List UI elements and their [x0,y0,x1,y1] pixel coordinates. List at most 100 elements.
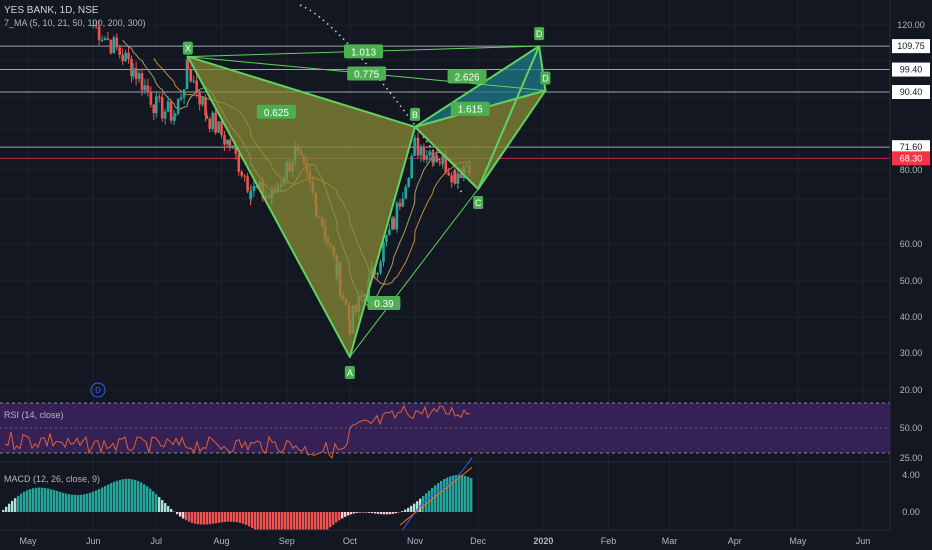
macd-histogram-bar [221,512,224,523]
macd-histogram-bar [263,512,266,530]
rsi-tick-label: 25.00 [900,453,923,463]
macd-histogram-bar [113,481,116,512]
macd-histogram-bar [272,512,275,530]
candle-body [392,217,396,230]
candle-body [205,115,209,119]
harmonic-pattern[interactable] [186,45,547,358]
macd-histogram-bar [41,487,44,512]
macd-histogram-bar [377,512,380,514]
macd-histogram-bar [98,489,101,512]
price-tick-label: 50.00 [900,276,923,286]
macd-histogram-bar [287,512,290,530]
macd-histogram-bar [209,512,212,525]
candle-body [379,262,382,273]
candle-body [401,198,405,207]
macd-histogram-bar [38,487,41,512]
macd-histogram-bar [185,512,188,521]
macd-histogram-bar [317,512,320,530]
candle-body [413,137,417,140]
candle-body [388,229,391,236]
candle-body [395,202,399,230]
macd-histogram-bar [164,503,167,512]
macd-histogram-bar [233,512,236,522]
price-axis[interactable]: 120.00 80.00 60.00 50.00 40.00 30.00 20.00 109.… [889,0,932,530]
macd-histogram-bar [356,512,359,513]
macd-histogram-bar [149,488,152,512]
candle-body [217,121,220,133]
macd-histogram-bar [284,512,287,530]
candle-body [157,96,161,98]
macd-histogram-bar [227,512,230,522]
macd-histogram-bar [86,493,89,512]
time-axis[interactable]: May Jun Jul Aug Sep Oct Nov Dec 2020 Feb Mar Apr May… [0,529,932,550]
candle-body [237,153,241,172]
macd-pane [0,457,890,534]
macd-histogram-bar [404,509,407,512]
candle-body [121,54,124,62]
candle-body [450,175,453,183]
price-tick-label: 60.00 [900,239,923,249]
candle-body [432,155,436,163]
macd-histogram-bar [143,484,146,512]
macd-histogram-bar [50,489,53,512]
point-text: X [185,44,191,54]
candle-body [131,68,135,77]
candle-body [115,37,119,48]
ma-indicator-label[interactable]: 7_MA (5, 10, 21, 50, 100, 200, 300) [4,18,146,28]
point-text: C [475,198,482,208]
macd-label[interactable]: MACD (12, 26, close, 9) [4,474,100,484]
macd-histogram-bar [368,512,371,513]
ratio-text: 0.775 [354,70,379,81]
candle-body [201,97,204,105]
macd-histogram-bar [335,512,338,523]
macd-histogram-bar [392,512,395,514]
ratio-text: 1.615 [458,105,483,116]
candle-body [240,171,244,176]
macd-histogram-bar [410,505,413,512]
price-chart[interactable]: 1.013 0.775 0.625 2.626 1.615 0.39 X A B C D D D 12… [0,0,932,550]
macd-histogram-bar [53,490,56,512]
level-price-text: 71.60 [900,142,923,152]
level-price-text: 68.30 [900,153,923,163]
candle-body [435,155,439,162]
price-tick-label: 30.00 [900,348,923,358]
macd-histogram-bar [446,477,449,512]
ratio-text: 2.626 [455,73,480,84]
time-tick-label: 2020 [533,536,553,546]
macd-histogram-bar [239,512,242,523]
macd-histogram-bar [380,512,383,515]
macd-histogram-bar [281,512,284,530]
candle-body [163,111,167,119]
macd-histogram-bar [74,494,77,512]
candle-body [453,170,457,184]
macd-histogram-bar [338,512,341,521]
rsi-tick-label: 50.00 [900,423,923,433]
dividend-badge-text: D [95,386,101,395]
macd-histogram-bar [128,478,131,512]
candle-body [134,68,138,80]
macd-histogram-bar [350,512,353,515]
candle-body [228,139,232,149]
level-price-text: 90.40 [900,87,923,97]
macd-histogram-bar [278,512,281,530]
time-tick-label: Apr [728,536,742,546]
candle-body [208,118,212,129]
symbol-title[interactable]: YES BANK, 1D, NSE [4,5,98,16]
rsi-label[interactable]: RSI (14, close) [4,410,64,420]
candle-body [410,155,413,179]
macd-histogram-bar [131,479,134,512]
macd-histogram-bar [449,476,452,512]
candle-body [243,175,246,177]
macd-histogram-bar [218,512,221,523]
macd-histogram-bar [260,512,263,530]
candle-body [179,97,183,100]
macd-histogram-bar [320,512,323,530]
time-tick-label: May [789,536,807,546]
macd-histogram-bar [8,503,11,512]
level-price-text: 99.40 [900,65,923,75]
macd-histogram-bar [110,483,113,512]
macd-histogram-bar [344,512,347,517]
macd-histogram-bar [296,512,299,530]
candle-body [189,69,193,82]
candle-body [109,39,113,54]
